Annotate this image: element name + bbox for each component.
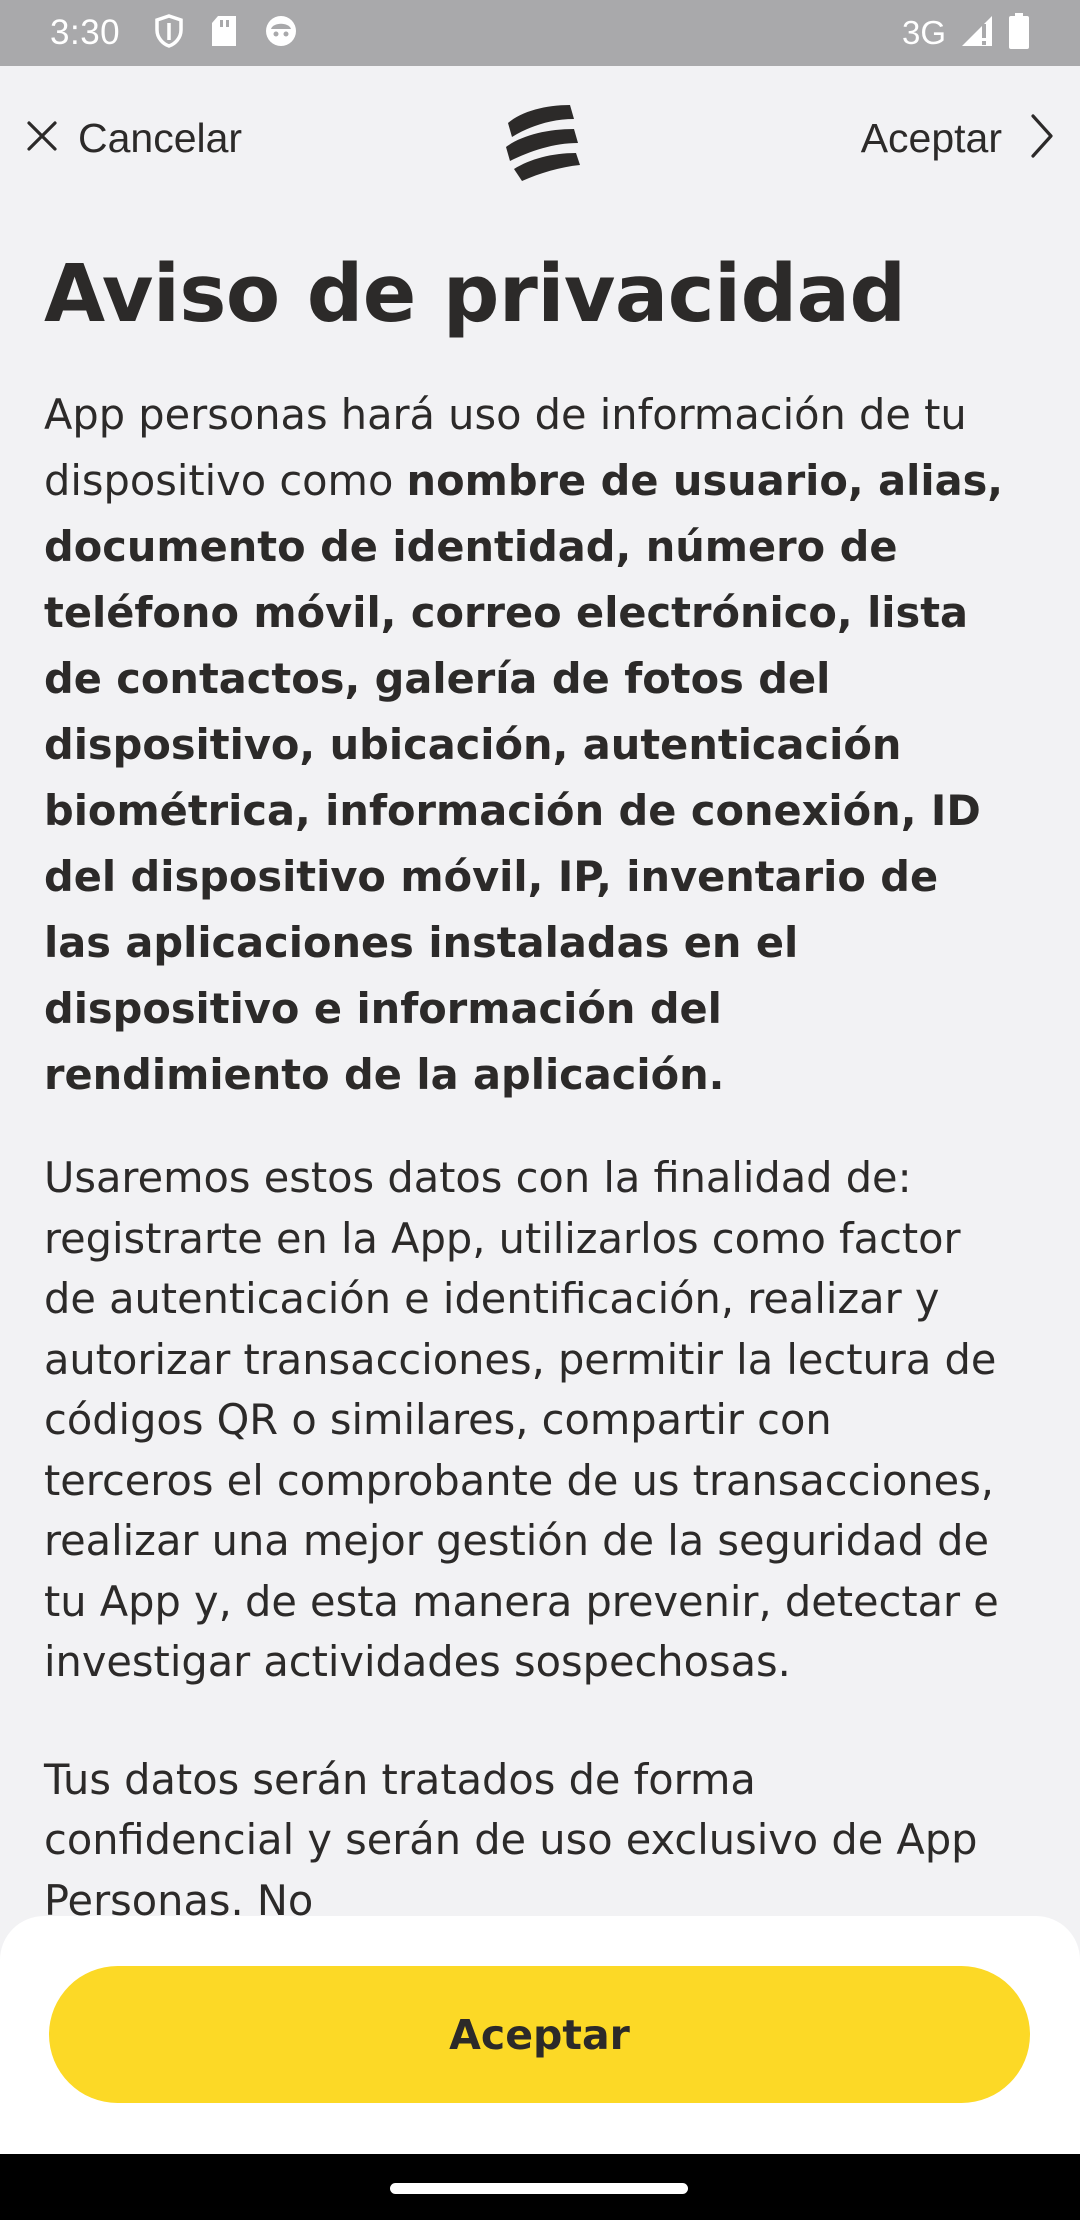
paragraph-1-data-list: nombre de usuario, alias, documento de i… bbox=[44, 456, 1004, 1099]
page-title: Aviso de privacidad bbox=[44, 248, 906, 340]
accept-button[interactable]: Aceptar bbox=[49, 1966, 1030, 2103]
network-type: 3G bbox=[901, 14, 946, 51]
status-right: 3G bbox=[902, 13, 1030, 53]
cancel-label: Cancelar bbox=[78, 114, 243, 161]
privacy-paragraph-3: Tus datos serán tratados de forma confid… bbox=[44, 1754, 978, 1925]
status-time: 3:30 bbox=[50, 13, 121, 52]
cancel-button[interactable]: Cancelar bbox=[26, 115, 242, 161]
shield-icon bbox=[154, 14, 184, 52]
accept-top-button[interactable]: Aceptar bbox=[861, 114, 1054, 161]
battery-icon bbox=[1008, 13, 1030, 53]
system-navigation-bar bbox=[0, 2154, 1080, 2220]
privacy-paragraph-2: Usaremos estos datos con la finalidad de… bbox=[44, 1153, 999, 1686]
status-left-icons bbox=[154, 14, 298, 52]
home-handle[interactable] bbox=[390, 2183, 688, 2194]
brand-logo bbox=[500, 99, 582, 185]
privacy-paragraph-1: App personas hará uso de información de … bbox=[44, 382, 1014, 1108]
sd-card-icon bbox=[210, 15, 238, 51]
chevron-right-icon bbox=[1030, 113, 1054, 163]
bottom-action-sheet: Aceptar bbox=[0, 1916, 1080, 2154]
close-icon bbox=[26, 120, 58, 156]
signal-icon bbox=[960, 14, 994, 52]
notification-face-icon bbox=[264, 14, 298, 52]
top-navigation: Cancelar Aceptar bbox=[0, 66, 1080, 226]
privacy-content[interactable]: Aviso de privacidad App personas hará us… bbox=[44, 244, 1014, 1931]
status-bar: 3:30 3G bbox=[0, 0, 1080, 66]
accept-top-label: Aceptar bbox=[860, 114, 1002, 161]
